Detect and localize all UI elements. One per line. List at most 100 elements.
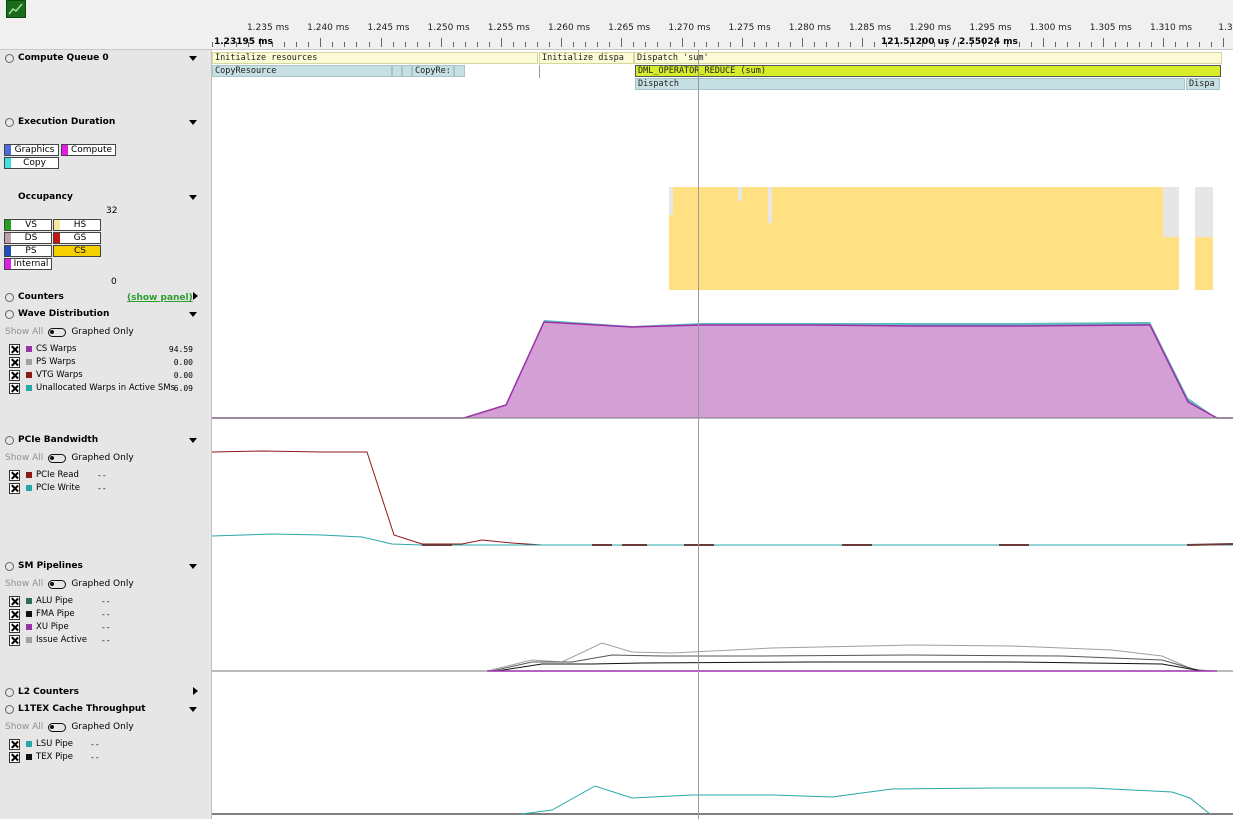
- chevron-down-icon[interactable]: [189, 438, 197, 443]
- graphed-only-toggle[interactable]: [48, 579, 67, 589]
- ruler-tick-mark: [561, 38, 563, 47]
- show-all-option[interactable]: Show All: [5, 722, 43, 732]
- chart-app-icon[interactable]: [6, 0, 26, 18]
- time-cursor[interactable]: [698, 50, 699, 819]
- metric-checkbox[interactable]: [9, 634, 20, 646]
- gear-icon[interactable]: [5, 435, 14, 445]
- ruler-tick-mark: [1223, 38, 1225, 47]
- wave-distribution-header[interactable]: Wave Distribution: [5, 309, 109, 319]
- metric-checkbox[interactable]: [9, 751, 20, 763]
- metric-checkbox[interactable]: [9, 595, 20, 607]
- metric-row[interactable]: PCIe Read: [9, 469, 79, 481]
- metric-value: 0.00: [173, 358, 193, 367]
- metric-label: CS Warps: [36, 344, 77, 354]
- ruler-tick-mark: [777, 42, 779, 47]
- counters-header[interactable]: Counters: [5, 292, 64, 302]
- gear-icon[interactable]: [5, 292, 14, 302]
- ruler-tick-mark: [452, 42, 454, 47]
- metric-row[interactable]: Unallocated Warps in Active SMs: [9, 382, 175, 394]
- metric-checkbox[interactable]: [9, 738, 20, 750]
- chevron-right-icon[interactable]: [193, 292, 198, 300]
- chevron-down-icon[interactable]: [189, 120, 197, 125]
- metric-checkbox[interactable]: [9, 356, 20, 368]
- ruler-tick-mark: [826, 42, 828, 47]
- l1tex-header[interactable]: L1TEX Cache Throughput: [5, 704, 146, 714]
- time-ruler[interactable]: 1.235 ms 1.240 ms 1.245 ms 1.250 ms 1.255 ms…: [0, 0, 1233, 50]
- legend-cs[interactable]: CS: [53, 245, 101, 257]
- ruler-start-value: 1.23195 ms: [214, 37, 273, 47]
- l2-counters-header[interactable]: L2 Counters: [5, 687, 79, 697]
- ruler-tick-mark: [850, 42, 852, 47]
- metric-label: ALU Pipe: [36, 596, 73, 606]
- gear-icon[interactable]: [5, 53, 14, 63]
- ruler-tick-label: 1.250 ms: [427, 23, 470, 33]
- chevron-down-icon[interactable]: [189, 564, 197, 569]
- metric-value: --: [101, 636, 111, 645]
- gear-icon[interactable]: [5, 687, 14, 697]
- chevron-down-icon[interactable]: [189, 707, 197, 712]
- legend-compute[interactable]: Compute: [61, 144, 116, 156]
- metric-row[interactable]: LSU Pipe: [9, 738, 73, 750]
- show-all-option[interactable]: Show All: [5, 327, 43, 337]
- legend-copy[interactable]: Copy: [4, 157, 59, 169]
- ruler-tick-mark: [681, 38, 683, 47]
- metric-row[interactable]: Issue Active: [9, 634, 87, 646]
- metric-label: FMA Pipe: [36, 609, 75, 619]
- metric-row[interactable]: CS Warps: [9, 343, 76, 355]
- show-all-option[interactable]: Show All: [5, 579, 43, 589]
- ruler-tick-mark: [1163, 38, 1165, 47]
- show-panel-link[interactable]: (show panel): [127, 293, 193, 303]
- ruler-tick-mark: [573, 42, 575, 47]
- graphed-only-toggle[interactable]: [48, 722, 67, 732]
- metric-row[interactable]: VTG Warps: [9, 369, 83, 381]
- graphed-only-toggle[interactable]: [48, 453, 67, 463]
- legend-ps[interactable]: PS: [4, 245, 52, 257]
- metric-row[interactable]: PCIe Write: [9, 482, 80, 494]
- chevron-right-icon[interactable]: [193, 687, 198, 695]
- ruler-tick-mark: [428, 42, 430, 47]
- ruler-tick-mark: [1054, 42, 1056, 47]
- compute-queue-header[interactable]: Compute Queue 0: [5, 53, 109, 63]
- metric-color-swatch: [26, 359, 32, 365]
- sm-pipelines-header[interactable]: SM Pipelines: [5, 561, 83, 571]
- occupancy-notch: [738, 187, 742, 201]
- metric-checkbox[interactable]: [9, 608, 20, 620]
- cs-warps-area: [212, 322, 1217, 418]
- legend-graphics[interactable]: Graphics: [4, 144, 59, 156]
- metric-row[interactable]: ALU Pipe: [9, 595, 73, 607]
- timeline-area[interactable]: Initialize resources CopyResource CopyRe…: [212, 50, 1233, 819]
- chevron-down-icon[interactable]: [189, 56, 197, 61]
- metric-checkbox[interactable]: [9, 343, 20, 355]
- metric-checkbox[interactable]: [9, 369, 20, 381]
- ruler-tick-mark: [344, 42, 346, 47]
- ruler-tick-mark: [874, 42, 876, 47]
- metric-row[interactable]: XU Pipe: [9, 621, 69, 633]
- metric-checkbox[interactable]: [9, 621, 20, 633]
- gear-icon[interactable]: [5, 704, 14, 714]
- legend-ds[interactable]: DS: [4, 232, 52, 244]
- chevron-down-icon[interactable]: [189, 195, 197, 200]
- ruler-tick-mark: [753, 42, 755, 47]
- metric-row[interactable]: PS Warps: [9, 356, 76, 368]
- show-all-option[interactable]: Show All: [5, 453, 43, 463]
- metric-checkbox[interactable]: [9, 469, 20, 481]
- chevron-down-icon[interactable]: [189, 312, 197, 317]
- gear-icon[interactable]: [5, 117, 14, 127]
- metric-checkbox[interactable]: [9, 382, 20, 394]
- legend-gs[interactable]: GS: [53, 232, 101, 244]
- occupancy-header[interactable]: Occupancy: [18, 192, 73, 202]
- pcie-tick: [1186, 543, 1233, 546]
- graphed-only-toggle[interactable]: [48, 327, 67, 337]
- legend-vs[interactable]: VS: [4, 219, 52, 231]
- gear-icon[interactable]: [5, 561, 14, 571]
- pcie-bandwidth-header[interactable]: PCIe Bandwidth: [5, 435, 98, 445]
- metric-checkbox[interactable]: [9, 482, 20, 494]
- execution-duration-header[interactable]: Execution Duration: [5, 117, 115, 127]
- metric-row[interactable]: TEX Pipe: [9, 751, 73, 763]
- gear-icon[interactable]: [5, 309, 14, 319]
- metric-value: --: [97, 484, 107, 493]
- metric-row[interactable]: FMA Pipe: [9, 608, 75, 620]
- legend-internal[interactable]: Internal: [4, 258, 52, 270]
- legend-swatch: [5, 233, 11, 243]
- legend-hs[interactable]: HS: [53, 219, 101, 231]
